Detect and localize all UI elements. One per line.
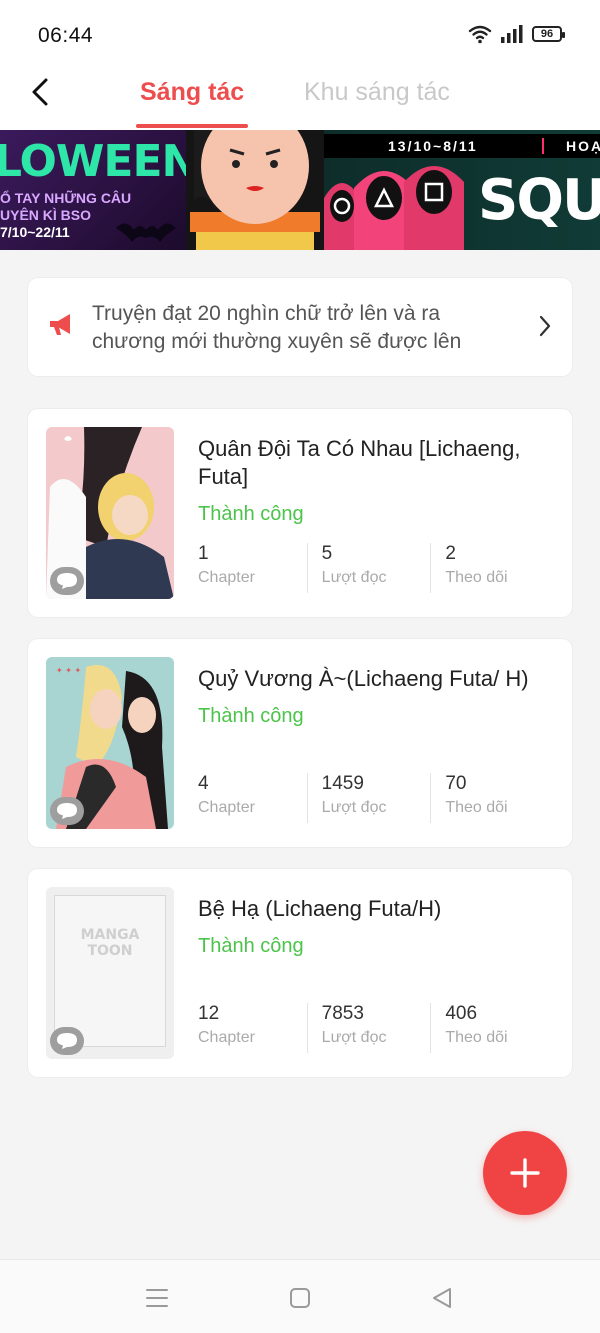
comment-icon (57, 803, 77, 819)
stat-reads-label: Lượt đọc (321, 569, 387, 586)
tab-sang-tac-label: Sáng tác (140, 78, 245, 106)
system-back-button[interactable] (428, 1284, 456, 1312)
halloween-subtitle-line-2: UYÊN KÌ BSO (0, 207, 92, 223)
comment-badge (50, 797, 84, 825)
stat-reads-value: 1459 (321, 773, 364, 794)
book-cover (46, 427, 174, 599)
stat-chapters-value: 1 (198, 543, 209, 564)
squid-character-panel (186, 130, 324, 250)
placeholder-logo-line-2: TOON (87, 943, 133, 959)
mangatoon-placeholder-logo: MANGA TOON (46, 927, 174, 959)
stat-follows: 70 Theo dõi (430, 773, 554, 823)
book-card[interactable]: Quân Đội Ta Có Nhau [Lichaeng, Futa] Thà… (28, 409, 572, 617)
chevron-right-icon (539, 315, 551, 337)
stat-reads-value: 5 (321, 543, 333, 564)
stat-chapters-label: Chapter (198, 569, 255, 586)
squid-banner-panel: 13/10~8/11 HOẠT SQUID (324, 130, 600, 250)
nav-back-icon (433, 1288, 451, 1308)
system-navigation-bar (0, 1259, 600, 1333)
stat-follows-value: 2 (445, 543, 456, 564)
notice-text: Truyện đạt 20 nghìn chữ trở lên và ra ch… (92, 302, 462, 353)
stat-follows-label: Theo dõi (445, 1029, 508, 1046)
book-title: Quỷ Vương À~(Lichaeng Futa/ H) (198, 666, 529, 691)
status-time: 06:44 (38, 24, 94, 47)
stat-chapters-label: Chapter (198, 799, 255, 816)
recent-apps-button[interactable] (143, 1284, 171, 1312)
plus-icon (510, 1158, 540, 1188)
stat-reads: 5 Lượt đọc (306, 543, 431, 593)
book-cover: ✦ ✦ ✦ (46, 657, 174, 829)
stat-follows: 2 Theo dõi (430, 543, 554, 593)
stat-chapters-label: Chapter (198, 1029, 255, 1046)
home-icon (290, 1288, 310, 1308)
top-navigation: Sáng tác Khu sáng tác (0, 70, 600, 130)
comment-badge (50, 567, 84, 595)
squid-date-strip: 13/10~8/11 HOẠT (324, 134, 600, 158)
back-arrow-icon (32, 78, 48, 106)
squid-title: SQUID (478, 168, 600, 233)
stat-follows: 406 Theo dõi (430, 1003, 554, 1053)
signal-icon (501, 25, 523, 43)
character-illustration (186, 130, 324, 250)
halloween-dates: 7/10~22/11 (0, 224, 70, 240)
stat-reads-label: Lượt đọc (321, 1029, 387, 1046)
stat-reads: 1459 Lượt đọc (306, 773, 431, 823)
menu-icon (146, 1289, 168, 1307)
tab-khu-sang-tac[interactable]: Khu sáng tác (304, 78, 450, 107)
book-status: Thành công (198, 705, 304, 727)
book-status: Thành công (198, 935, 304, 957)
stat-chapters-value: 4 (198, 773, 209, 794)
book-stats: 1 Chapter 5 Lượt đọc 2 Theo dõi (198, 543, 554, 593)
stat-chapters: 1 Chapter (198, 543, 307, 593)
tab-sang-tac[interactable]: Sáng tác (136, 78, 249, 128)
svg-text:✦ ✦ ✦: ✦ ✦ ✦ (56, 666, 81, 675)
stat-chapters: 12 Chapter (198, 1003, 307, 1053)
halloween-banner-panel: LOWEEN Ổ TAY NHỮNG CÂU UYÊN KÌ BSO 7/10~… (0, 130, 198, 250)
book-title: Bệ Hạ (Lichaeng Futa/H) (198, 896, 442, 921)
stat-follows-value: 406 (445, 1003, 478, 1024)
active-tab-indicator (136, 124, 249, 128)
placeholder-logo-line-1: MANGA (80, 927, 140, 943)
battery-icon: 96 (532, 26, 565, 42)
book-stats: 12 Chapter 7853 Lượt đọc 406 Theo dõi (198, 1003, 554, 1053)
stat-reads-value: 7853 (321, 1003, 364, 1024)
book-card[interactable]: ✦ ✦ ✦ Quỷ Vương À~(Lichaeng Futa/ H) Thà… (28, 639, 572, 847)
book-status: Thành công (198, 503, 304, 525)
book-cover-placeholder: MANGA TOON (46, 887, 174, 1059)
stat-reads-label: Lượt đọc (321, 799, 387, 816)
book-title: Quân Đội Ta Có Nhau [Lichaeng, Futa] (198, 436, 521, 489)
bat-icon (116, 223, 176, 242)
halloween-subtitle-line-1: Ổ TAY NHỮNG CÂU (0, 190, 132, 206)
promo-banner[interactable]: LOWEEN Ổ TAY NHỮNG CÂU UYÊN KÌ BSO 7/10~… (0, 130, 600, 250)
tab-khu-sang-tac-label: Khu sáng tác (304, 78, 450, 106)
notice-banner[interactable]: Truyện đạt 20 nghìn chữ trở lên và ra ch… (28, 278, 572, 376)
halloween-title: LOWEEN (0, 136, 198, 187)
home-button[interactable] (286, 1284, 314, 1312)
book-stats: 4 Chapter 1459 Lượt đọc 70 Theo dõi (198, 773, 554, 823)
stat-follows-value: 70 (445, 773, 467, 794)
date-separator (542, 138, 544, 154)
back-button[interactable] (22, 72, 58, 112)
add-book-button[interactable] (483, 1131, 567, 1215)
wifi-icon (468, 25, 492, 44)
status-icons: 96 (468, 24, 565, 44)
squid-event-tag: HOẠT (566, 138, 600, 154)
stat-follows-label: Theo dõi (445, 799, 508, 816)
stat-follows-label: Theo dõi (445, 569, 508, 586)
status-bar: 06:44 96 (0, 0, 600, 70)
comment-badge (50, 1027, 84, 1055)
megaphone-icon (50, 314, 70, 335)
stat-chapters-value: 12 (198, 1003, 220, 1024)
stat-reads: 7853 Lượt đọc (306, 1003, 431, 1053)
guards-illustration (324, 166, 464, 250)
placeholder-frame (54, 895, 166, 1047)
comment-icon (57, 1033, 77, 1049)
halloween-subtitle: Ổ TAY NHỮNG CÂU UYÊN KÌ BSO 7/10~22/11 (0, 190, 131, 241)
battery-level: 96 (540, 28, 554, 40)
book-card[interactable]: MANGA TOON Bệ Hạ (Lichaeng Futa/H) Thành… (28, 869, 572, 1077)
comment-icon (57, 573, 77, 589)
stat-chapters: 4 Chapter (198, 773, 307, 823)
squid-dates: 13/10~8/11 (388, 138, 478, 154)
